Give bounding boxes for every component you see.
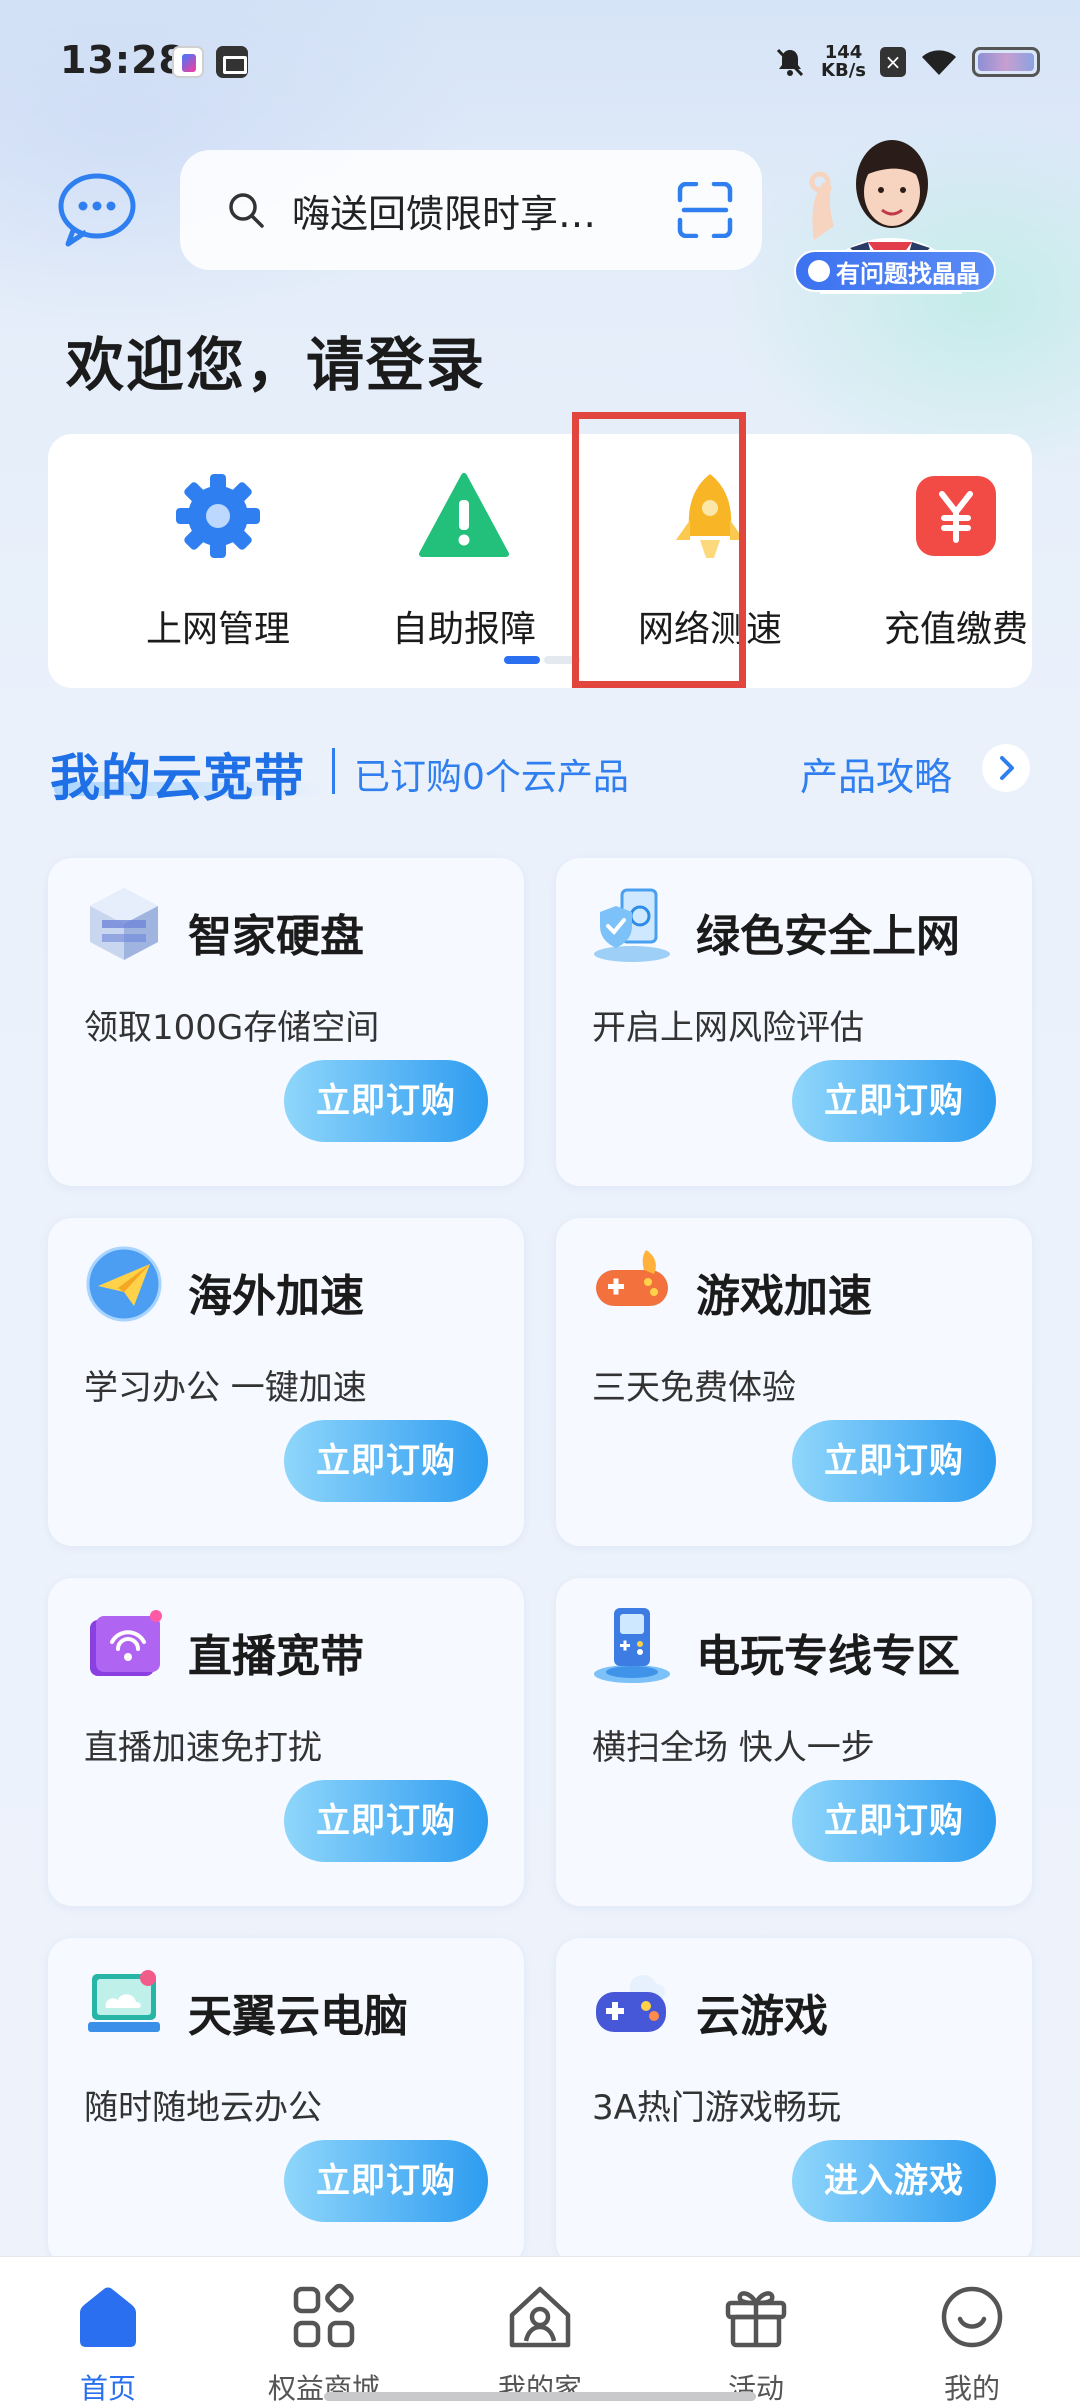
message-box-icon (216, 46, 248, 78)
status-right-group: 144 KB/s × (773, 40, 1040, 84)
cloud-gamepad-icon (596, 1975, 666, 2032)
nav-item-rewards-mall[interactable]: 权益商城 (244, 2281, 404, 2407)
nav-label: 我的 (943, 2372, 1000, 2405)
quick-action-self-report[interactable]: 自助报障 (364, 470, 564, 652)
status-time: 13:28 (60, 38, 186, 82)
highlight-box (572, 412, 746, 688)
nav-item-home[interactable]: 首页 (28, 2281, 188, 2407)
product-title: 游戏加速 (696, 1271, 872, 1322)
welcome-login-text[interactable]: 欢迎您，请登录 (66, 318, 486, 402)
battery-icon (972, 47, 1040, 77)
gear-icon (176, 474, 260, 558)
subscribe-button[interactable]: 立即订购 (792, 1780, 996, 1862)
net-speed-unit: KB/s (821, 60, 866, 81)
product-title: 电玩专线专区 (696, 1631, 960, 1682)
search-icon (229, 193, 264, 228)
subscribe-button[interactable]: 立即订购 (284, 1780, 488, 1862)
scan-icon[interactable] (676, 182, 734, 238)
chat-bubble-icon[interactable] (56, 172, 138, 248)
paper-plane-icon (86, 1246, 162, 1322)
product-card-overseas-acceleration[interactable]: 海外加速 学习办公 一键加速 立即订购 (48, 1218, 524, 1546)
net-speed: 144 KB/s (821, 44, 866, 80)
quick-actions-card: 上网管理 自助报障 网络测速 充值缴费 (48, 434, 1032, 688)
assistant-badge[interactable]: 有问题找晶晶 (794, 250, 996, 292)
product-title: 智家硬盘 (188, 911, 364, 962)
smiley-icon (941, 2286, 1003, 2348)
yuan-icon (916, 476, 996, 556)
wifi-icon (922, 50, 956, 75)
quick-action-recharge[interactable]: 充值缴费 (856, 470, 1056, 652)
section-divider (332, 748, 335, 794)
quick-action-network-management[interactable]: 上网管理 (118, 470, 318, 652)
wifi-box-icon (90, 1610, 162, 1676)
product-desc: 3A热门游戏畅玩 (592, 2088, 841, 2128)
mute-bell-icon (776, 48, 804, 77)
section-title: 我的云宽带 (50, 749, 305, 807)
nav-label: 首页 (79, 2372, 136, 2405)
section-subtitle: 已订购0个云产品 (354, 757, 629, 798)
nav-label: 活动 (727, 2372, 784, 2405)
cloud-broadband-section-header: 我的云宽带 已订购0个云产品 产品攻略 (50, 734, 1034, 807)
assistant-badge-label: 有问题找晶晶 (836, 259, 980, 288)
quick-action-label: 自助报障 (391, 609, 536, 650)
app-notification-icon (172, 46, 204, 78)
nav-label: 我的家 (497, 2372, 582, 2405)
product-desc: 三天免费体验 (592, 1368, 796, 1408)
product-desc: 直播加速免打扰 (84, 1728, 322, 1768)
hard-disk-icon (90, 888, 158, 960)
quick-action-label: 充值缴费 (883, 609, 1028, 650)
bottom-navigation: 首页 权益商城 我的家 活动 我的 (0, 2256, 1080, 2408)
status-bar: 13:28 144 KB/s × (0, 0, 1080, 120)
subscribe-button[interactable]: 立即订购 (284, 1420, 488, 1502)
product-title: 直播宽带 (188, 1631, 364, 1682)
product-card-smart-disk[interactable]: 智家硬盘 领取100G存储空间 立即订购 (48, 858, 524, 1186)
page-indicator-active (504, 656, 540, 664)
apps-grid-icon (293, 2283, 355, 2348)
product-card-cloud-game[interactable]: 云游戏 3A热门游戏畅玩 进入游戏 (556, 1938, 1032, 2266)
product-card-green-internet[interactable]: 绿色安全上网 开启上网风险评估 立即订购 (556, 858, 1032, 1186)
subscribe-button[interactable]: 立即订购 (792, 1420, 996, 1502)
nav-item-my-home[interactable]: 我的家 (460, 2281, 620, 2407)
gift-icon (725, 2291, 787, 2348)
product-title: 绿色安全上网 (696, 911, 960, 962)
search-placeholder: 嗨送回馈限时享… (292, 191, 597, 236)
product-desc: 学习办公 一键加速 (84, 1368, 367, 1408)
gesture-home-bar[interactable] (324, 2392, 756, 2401)
handheld-console-icon (594, 1608, 670, 1683)
subscribe-button[interactable]: 立即订购 (792, 1060, 996, 1142)
nav-label: 权益商城 (267, 2372, 380, 2405)
product-card-cloud-computer[interactable]: 天翼云电脑 随时随地云办公 立即订购 (48, 1938, 524, 2266)
product-title: 云游戏 (696, 1991, 828, 2042)
product-desc: 随时随地云办公 (84, 2088, 322, 2128)
subscribe-button[interactable]: 立即订购 (284, 2140, 488, 2222)
product-desc: 开启上网风险评估 (592, 1008, 864, 1048)
chevron-right-icon[interactable] (982, 744, 1030, 792)
home-icon (80, 2287, 136, 2347)
nav-item-mine[interactable]: 我的 (892, 2281, 1052, 2407)
product-card-live-broadband[interactable]: 直播宽带 直播加速免打扰 立即订购 (48, 1578, 524, 1906)
product-title: 天翼云电脑 (188, 1991, 408, 2042)
product-desc: 领取100G存储空间 (84, 1008, 380, 1048)
product-guide-link[interactable]: 产品攻略 (800, 746, 952, 801)
product-card-game-acceleration[interactable]: 游戏加速 三天免费体验 立即订购 (556, 1218, 1032, 1546)
subscribe-button[interactable]: 立即订购 (284, 1060, 488, 1142)
enter-game-button[interactable]: 进入游戏 (792, 2140, 996, 2222)
product-desc: 横扫全场 快人一步 (592, 1728, 875, 1768)
product-card-gaming-line[interactable]: 电玩专线专区 横扫全场 快人一步 立即订购 (556, 1578, 1032, 1906)
warning-triangle-icon (419, 473, 509, 557)
secure-browsing-icon (594, 888, 670, 962)
sim-x-icon: × (880, 47, 906, 77)
gamepad-rocket-icon (596, 1250, 668, 1306)
page-indicator (504, 656, 580, 664)
product-title: 海外加速 (188, 1271, 364, 1322)
nav-item-activities[interactable]: 活动 (676, 2281, 836, 2407)
cloud-computer-icon (88, 1970, 160, 2032)
search-bar[interactable]: 嗨送回馈限时享… (180, 150, 762, 270)
house-user-icon (509, 2286, 571, 2348)
quick-action-label: 上网管理 (145, 609, 290, 650)
assistant-badge-icon (808, 260, 830, 282)
